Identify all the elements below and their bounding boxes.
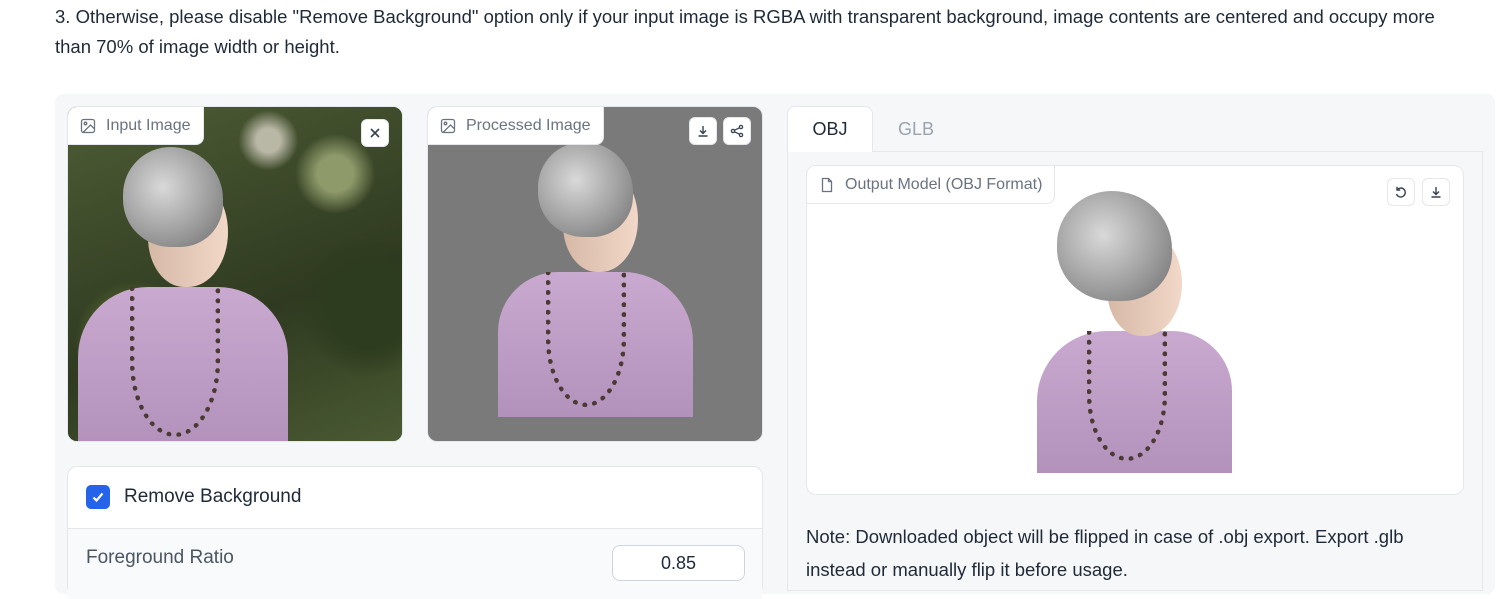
checkmark-icon [92,492,104,503]
file-icon [821,177,833,192]
output-model-label: Output Model (OBJ Format) [807,166,1056,204]
share-processed-button[interactable] [723,117,751,145]
image-icon [440,118,456,133]
clear-image-button[interactable] [361,119,389,147]
share-icon [730,124,744,138]
processed-image-label-text: Processed Image [466,116,591,134]
tab-glb[interactable]: GLB [873,106,959,152]
remove-background-option[interactable]: Remove Background [86,485,301,509]
input-image-label: Input Image [68,107,204,145]
output-model-viewer[interactable]: Output Model (OBJ Format) [806,165,1464,495]
processed-photo-subject [428,107,762,441]
foreground-ratio-input[interactable] [612,545,745,581]
input-photo-subject [68,107,402,441]
download-model-button[interactable] [1422,178,1450,206]
reset-view-button[interactable] [1387,178,1415,206]
undo-icon [1395,186,1406,198]
processed-image-label: Processed Image [428,107,604,145]
processed-image-card: Processed Image [427,106,763,442]
instruction-text: 3. Otherwise, please disable "Remove Bac… [55,6,1435,57]
remove-background-label: Remove Background [124,486,302,507]
close-icon [370,128,380,138]
remove-background-checkbox[interactable] [86,485,110,509]
image-icon [80,118,96,133]
tab-obj[interactable]: OBJ [787,106,873,152]
download-icon [698,126,708,137]
input-image-card[interactable]: Input Image [67,106,403,442]
foreground-ratio-row: Foreground Ratio [68,529,762,599]
foreground-ratio-label: Foreground Ratio [86,547,234,568]
model-render [807,166,1463,494]
input-image-label-text: Input Image [106,116,191,134]
export-note: Note: Downloaded object will be flipped … [806,526,1404,580]
output-model-label-text: Output Model (OBJ Format) [845,175,1043,193]
download-processed-button[interactable] [689,117,717,145]
download-icon [1431,187,1441,198]
